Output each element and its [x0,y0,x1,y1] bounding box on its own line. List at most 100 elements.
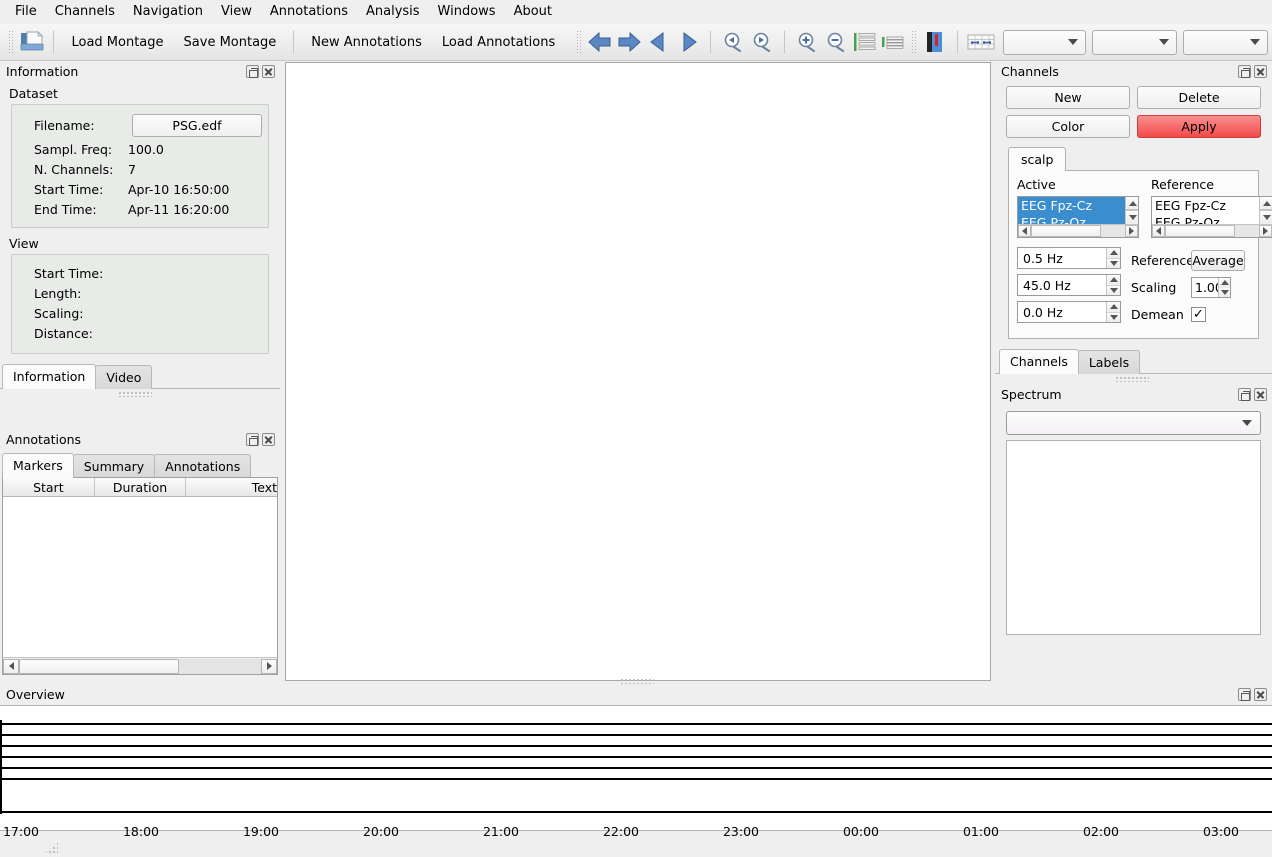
close-icon[interactable] [1254,388,1267,401]
demean-checkbox[interactable]: ✓ [1191,307,1206,322]
spin-up-icon[interactable] [1107,275,1120,286]
float-icon[interactable] [1238,688,1251,701]
step-forward-icon[interactable] [615,27,644,57]
hscroll-track[interactable] [1165,225,1259,237]
toolbar-grip-3[interactable] [910,29,918,55]
decrease-distance-icon[interactable] [879,27,907,57]
annotation-grid-icon[interactable] [965,27,997,57]
float-icon[interactable] [1238,388,1251,401]
open-file-icon[interactable] [17,27,46,57]
menu-view[interactable]: View [212,1,261,23]
float-icon[interactable] [246,65,259,78]
tab-video[interactable]: Video [95,365,153,389]
close-icon[interactable] [262,433,275,446]
spectrum-channel-combo[interactable] [1006,411,1261,435]
zoom-in-amplitude-icon[interactable] [792,27,821,57]
close-icon[interactable] [1254,688,1267,701]
float-icon[interactable] [246,433,259,446]
hscroll-thumb[interactable] [1165,225,1235,237]
hscroll-thumb[interactable] [1031,225,1101,237]
signal-traces-canvas[interactable] [285,62,991,681]
scroll-left-icon[interactable] [1152,225,1165,237]
menu-windows[interactable]: Windows [429,1,505,23]
spectrum-plot-area[interactable] [1006,440,1261,635]
spin-up-icon[interactable] [1107,302,1120,313]
notch-filter-spinbox[interactable]: 0.0 Hz [1017,301,1121,323]
step-back-icon[interactable] [585,27,614,57]
scroll-up-icon[interactable] [1260,197,1272,210]
reference-value-button[interactable]: Average [1191,250,1245,271]
lowpass-filter-spinbox[interactable]: 45.0 Hz [1017,274,1121,296]
dock-splitter-handle[interactable] [118,391,152,397]
zoom-out-time-icon[interactable] [718,27,747,57]
scroll-left-icon[interactable] [1018,225,1031,237]
tab-markers[interactable]: Markers [2,453,74,478]
filename-button[interactable]: PSG.edf [132,113,262,137]
load-annotations-button[interactable]: Load Annotations [432,27,565,57]
spin-down-icon[interactable] [1219,287,1230,297]
load-montage-button[interactable]: Load Montage [61,27,173,57]
menu-about[interactable]: About [505,1,561,23]
menu-navigation[interactable]: Navigation [124,1,212,23]
scroll-right-icon[interactable] [1259,225,1272,237]
toolbar-grip[interactable] [7,29,14,55]
menu-channels[interactable]: Channels [46,1,124,23]
highpass-filter-spinbox[interactable]: 0.5 Hz [1017,247,1121,269]
page-back-icon[interactable] [644,27,673,57]
color-button[interactable]: Color [1006,115,1130,138]
toolbar-combo-2[interactable] [1091,29,1177,55]
active-list-hscrollbar[interactable] [1018,224,1138,237]
spin-up-icon[interactable] [1107,248,1120,259]
hscroll-track[interactable] [1031,225,1125,237]
scroll-left-icon[interactable] [3,658,19,674]
scroll-up-icon[interactable] [1126,197,1138,210]
close-icon[interactable] [262,65,275,78]
zoom-out-amplitude-icon[interactable] [822,27,851,57]
tab-summary[interactable]: Summary [72,454,156,478]
menu-file[interactable]: File [6,1,46,23]
tab-annotations[interactable]: Annotations [154,454,252,478]
zoom-in-time-icon[interactable] [748,27,777,57]
save-montage-button[interactable]: Save Montage [174,27,287,57]
active-channel-listbox[interactable]: EEG Fpz-Cz EEG Pz-Oz EOG horizontal [1017,196,1139,238]
hscroll-thumb[interactable] [19,658,179,674]
list-item[interactable]: EEG Fpz-Cz [1152,197,1259,214]
column-duration[interactable]: Duration [95,478,187,496]
scroll-right-icon[interactable] [1125,225,1138,237]
toolbar-combo-1[interactable] [1002,29,1086,55]
toolbar-combo-3[interactable] [1182,29,1268,55]
tab-labels[interactable]: Labels [1077,350,1141,374]
toolbar-grip-2[interactable] [575,29,583,55]
tab-scalp[interactable]: scalp [1008,147,1067,171]
increase-distance-icon[interactable] [851,27,879,57]
hscroll-track[interactable] [19,658,261,674]
annotations-hscrollbar[interactable] [3,657,277,674]
column-text[interactable]: Text [186,478,277,496]
spin-up-icon[interactable] [1219,278,1230,288]
tab-information[interactable]: Information [2,364,97,389]
overview-timeline[interactable]: 17:00 18:00 19:00 20:00 21:00 22:00 23:00 00:00… [0,705,1272,839]
new-annotations-button[interactable]: New Annotations [301,27,432,57]
menu-annotations[interactable]: Annotations [261,1,357,23]
column-start[interactable]: Start [3,478,95,496]
scroll-down-icon[interactable] [1260,210,1272,223]
delete-channel-group-button[interactable]: Delete [1137,86,1261,109]
spectrum-icon[interactable] [920,27,949,57]
new-channel-group-button[interactable]: New [1006,86,1130,109]
spin-down-icon[interactable] [1107,285,1120,295]
menu-analysis[interactable]: Analysis [357,1,429,23]
spin-down-icon[interactable] [1107,258,1120,268]
dock-splitter-handle[interactable] [1115,376,1149,382]
list-item[interactable]: EEG Fpz-Cz [1018,197,1125,214]
reference-list-hscrollbar[interactable] [1152,224,1272,237]
apply-button[interactable]: Apply [1137,115,1261,138]
scaling-spinbox[interactable]: 1.00 [1191,277,1231,298]
close-icon[interactable] [1254,65,1267,78]
scroll-down-icon[interactable] [1126,210,1138,223]
tab-channels[interactable]: Channels [999,349,1079,374]
reference-channel-listbox[interactable]: EEG Fpz-Cz EEG Pz-Oz EOG horizontal [1151,196,1272,238]
spin-down-icon[interactable] [1107,312,1120,322]
float-icon[interactable] [1238,65,1251,78]
page-forward-icon[interactable] [674,27,703,57]
scroll-right-icon[interactable] [261,658,277,674]
